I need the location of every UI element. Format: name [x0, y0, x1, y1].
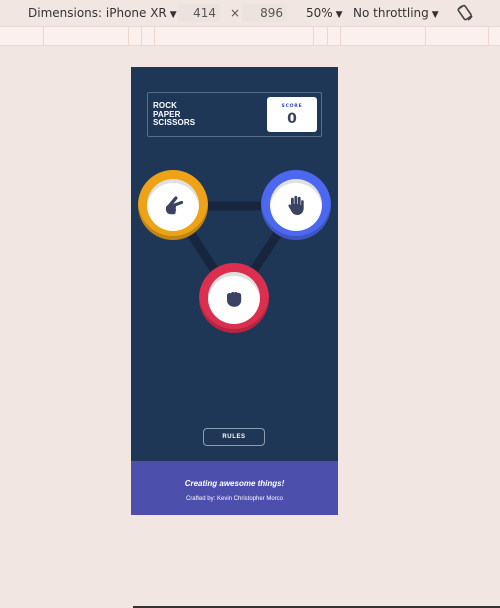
zoom-select[interactable]: 50% ▼	[306, 6, 343, 20]
score-value: 0	[287, 111, 297, 127]
rock-choice-button[interactable]	[199, 263, 269, 333]
throttling-select[interactable]: No throttling ▼	[353, 6, 439, 20]
scissors-choice-button[interactable]	[138, 170, 208, 240]
caret-down-icon: ▼	[169, 10, 177, 20]
width-input[interactable]: 414	[178, 4, 220, 22]
height-input[interactable]: 896	[242, 4, 287, 22]
score-box: SCORE 0	[267, 97, 317, 132]
footer-credit: Crafted by: Kevin Christopher Morco	[185, 496, 284, 502]
footer-tagline: Creating awesome things!	[184, 479, 285, 488]
hand-rock-icon	[227, 292, 242, 307]
scoreboard: ROCK PAPER SCISSORS SCORE 0	[147, 92, 322, 137]
score-label: SCORE	[281, 104, 303, 109]
hand-paper-icon	[288, 195, 304, 215]
throttling-label: No throttling	[353, 6, 429, 20]
game-board	[131, 157, 338, 357]
rules-button[interactable]: RULES	[203, 428, 265, 446]
device-label: Dimensions: iPhone XR	[28, 6, 167, 20]
title-line-scissors: SCISSORS	[153, 118, 196, 127]
zoom-label: 50%	[306, 6, 333, 20]
footer: Creating awesome things! Crafted by: Kev…	[131, 461, 338, 515]
hand-scissors-icon	[166, 196, 184, 215]
media-query-ruler[interactable]	[0, 26, 500, 46]
device-screen: ROCK PAPER SCISSORS SCORE 0 RULES Creati…	[131, 67, 338, 515]
caret-down-icon: ▼	[431, 10, 439, 20]
dimension-separator: ×	[230, 6, 241, 20]
paper-choice-button[interactable]	[261, 170, 331, 240]
devtools-device-toolbar: Dimensions: iPhone XR ▼ 414 × 896 50% ▼ No…	[0, 0, 500, 26]
game-title: ROCK PAPER SCISSORS	[153, 101, 196, 128]
device-select[interactable]: Dimensions: iPhone XR ▼	[28, 6, 177, 20]
rotate-icon[interactable]	[455, 3, 475, 23]
caret-down-icon: ▼	[335, 10, 343, 20]
